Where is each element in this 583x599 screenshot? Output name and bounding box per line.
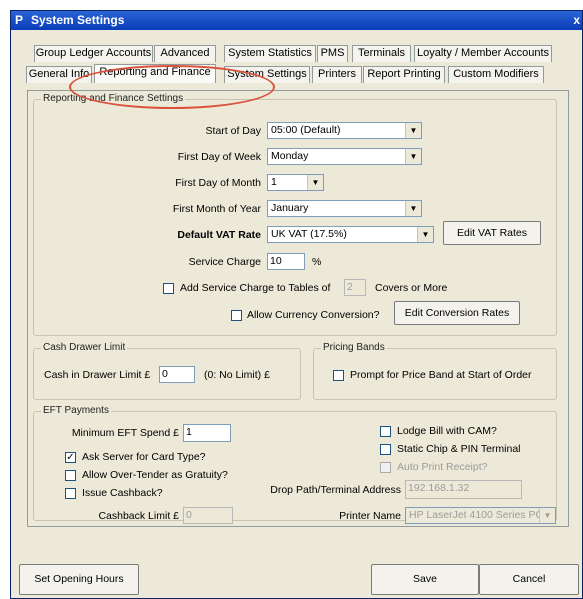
cashback-limit-input[interactable]: 0 — [183, 507, 233, 524]
tab-report-printing[interactable]: Report Printing — [363, 66, 445, 83]
reporting-finance-legend: Reporting and Finance Settings — [41, 93, 186, 104]
allow-currency-conversion-label: Allow Currency Conversion? — [247, 309, 380, 321]
reporting-finance-group: Reporting and Finance Settings Start of … — [33, 93, 557, 336]
save-button[interactable]: Save — [371, 564, 479, 595]
add-service-charge-label: Add Service Charge to Tables of — [180, 282, 331, 294]
set-opening-hours-button[interactable]: Set Opening Hours — [19, 564, 139, 595]
cancel-button[interactable]: Cancel — [479, 564, 579, 595]
static-chip-pin-checkbox[interactable] — [380, 444, 391, 455]
cash-in-drawer-input[interactable]: 0 — [159, 366, 195, 383]
issue-cashback-checkbox[interactable] — [65, 488, 76, 499]
covers-suffix-label: Covers or More — [375, 282, 448, 294]
tab-reporting-and-finance[interactable]: Reporting and Finance — [94, 64, 216, 83]
eft-payments-group: EFT Payments Minimum EFT Spend £ 1 ✓ Ask… — [33, 405, 557, 524]
printer-name-value: HP LaserJet 4100 Series PC — [409, 509, 544, 521]
issue-cashback-label: Issue Cashback? — [82, 487, 163, 499]
title-bar: P System Settings x — [11, 11, 582, 30]
tab-custom-modifiers[interactable]: Custom Modifiers — [448, 66, 544, 83]
drop-path-input[interactable]: 192.168.1.32 — [405, 480, 522, 499]
min-eft-spend-label: Minimum EFT Spend £ — [71, 427, 179, 439]
start-of-day-select[interactable]: 05:00 (Default) ▼ — [267, 122, 422, 139]
first-day-week-select[interactable]: Monday ▼ — [267, 148, 422, 165]
lodge-bill-cam-label: Lodge Bill with CAM? — [397, 425, 497, 437]
tab-printers[interactable]: Printers — [312, 66, 362, 83]
system-settings-window: P System Settings x Group Ledger Account… — [10, 10, 583, 599]
service-charge-unit: % — [312, 256, 322, 268]
default-vat-value: UK VAT (17.5%) — [271, 228, 347, 240]
tab-pms[interactable]: PMS — [317, 45, 348, 62]
tab-panel-reporting-finance: Reporting and Finance Settings Start of … — [27, 90, 569, 527]
eft-payments-legend: EFT Payments — [41, 405, 111, 416]
chevron-down-icon[interactable]: ▼ — [405, 123, 421, 138]
start-of-day-value: 05:00 (Default) — [271, 124, 341, 136]
pricing-bands-legend: Pricing Bands — [321, 342, 387, 353]
add-service-charge-checkbox[interactable] — [163, 283, 174, 294]
start-of-day-label: Start of Day — [205, 125, 261, 137]
cash-drawer-legend: Cash Drawer Limit — [41, 342, 128, 353]
default-vat-select[interactable]: UK VAT (17.5%) ▼ — [267, 226, 434, 243]
auto-print-receipt-label: Auto Print Receipt? — [397, 461, 488, 473]
default-vat-label: Default VAT Rate — [177, 229, 261, 241]
first-day-month-select[interactable]: 1 ▼ — [267, 174, 324, 191]
first-day-month-value: 1 — [271, 176, 277, 188]
chevron-down-icon[interactable]: ▼ — [417, 227, 433, 242]
close-icon[interactable]: x — [570, 11, 580, 30]
cash-drawer-group: Cash Drawer Limit Cash in Drawer Limit £… — [33, 342, 301, 400]
cash-drawer-hint: (0: No Limit) £ — [204, 369, 270, 381]
chevron-down-icon[interactable]: ▼ — [405, 149, 421, 164]
first-day-month-label: First Day of Month — [175, 177, 261, 189]
first-day-week-value: Monday — [271, 150, 309, 162]
lodge-bill-cam-checkbox[interactable] — [380, 426, 391, 437]
service-charge-label: Service Charge — [188, 256, 261, 268]
tab-group-ledger-accounts[interactable]: Group Ledger Accounts — [34, 45, 153, 62]
printer-name-select[interactable]: HP LaserJet 4100 Series PC ▼ — [405, 507, 556, 524]
edit-vat-rates-button[interactable]: Edit VAT Rates — [443, 221, 541, 245]
auto-print-receipt-checkbox[interactable] — [380, 462, 391, 473]
edit-conversion-rates-button[interactable]: Edit Conversion Rates — [394, 301, 520, 325]
window-title: System Settings — [31, 13, 125, 27]
tab-general-info[interactable]: General Info — [26, 66, 92, 83]
app-icon: P — [15, 13, 24, 27]
prompt-price-band-checkbox[interactable] — [333, 370, 344, 381]
covers-input[interactable]: 2 — [344, 279, 366, 296]
printer-name-label: Printer Name — [339, 510, 401, 522]
tab-system-statistics[interactable]: System Statistics — [224, 45, 316, 62]
first-month-year-label: First Month of Year — [172, 203, 261, 215]
first-month-year-value: January — [271, 202, 309, 214]
tab-terminals[interactable]: Terminals — [352, 45, 411, 62]
prompt-price-band-label: Prompt for Price Band at Start of Order — [350, 369, 532, 381]
cashback-limit-label: Cashback Limit £ — [98, 510, 179, 522]
chevron-down-icon[interactable]: ▼ — [307, 175, 323, 190]
drop-path-label: Drop Path/Terminal Address — [270, 484, 401, 496]
tab-loyalty-member-accounts[interactable]: Loyalty / Member Accounts — [414, 45, 552, 62]
ask-server-card-type-label: Ask Server for Card Type? — [82, 451, 206, 463]
tab-system-settings[interactable]: System Settings — [224, 66, 310, 83]
first-day-week-label: First Day of Week — [177, 151, 261, 163]
tab-advanced[interactable]: Advanced — [154, 45, 216, 62]
cash-in-drawer-label: Cash in Drawer Limit £ — [44, 369, 151, 381]
service-charge-input[interactable]: 10 — [267, 253, 305, 270]
allow-over-tender-checkbox[interactable] — [65, 470, 76, 481]
ask-server-card-type-checkbox[interactable]: ✓ — [65, 452, 76, 463]
allow-currency-conversion-checkbox[interactable] — [231, 310, 242, 321]
min-eft-spend-input[interactable]: 1 — [183, 424, 231, 442]
allow-over-tender-label: Allow Over-Tender as Gratuity? — [82, 469, 228, 481]
first-month-year-select[interactable]: January ▼ — [267, 200, 422, 217]
chevron-down-icon[interactable]: ▼ — [405, 201, 421, 216]
pricing-bands-group: Pricing Bands Prompt for Price Band at S… — [313, 342, 557, 400]
chevron-down-icon[interactable]: ▼ — [539, 508, 555, 523]
static-chip-pin-label: Static Chip & PIN Terminal — [397, 443, 521, 455]
